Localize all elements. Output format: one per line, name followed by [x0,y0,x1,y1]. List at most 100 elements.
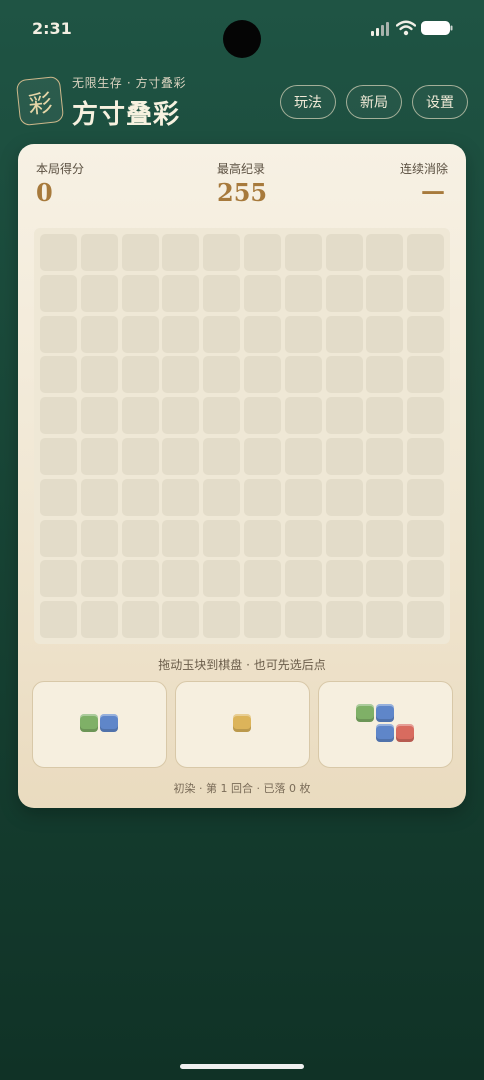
board-cell[interactable] [284,438,322,475]
home-indicator[interactable] [180,1064,304,1069]
board-cell[interactable] [40,356,77,394]
board-cell[interactable] [244,478,281,516]
piece-1-green-blue-block[interactable] [100,714,118,732]
board-cell[interactable] [40,560,77,598]
piece-3-s-shape-block[interactable] [376,724,394,742]
board-cell[interactable] [366,438,404,475]
board-cell[interactable] [162,315,200,353]
rules-button[interactable]: 玩法 [280,85,336,119]
board-cell[interactable] [80,478,118,516]
board-cell[interactable] [284,560,322,598]
board-cell[interactable] [40,315,77,353]
board-cell[interactable] [325,397,363,435]
board-cell[interactable] [325,601,363,639]
board-cell[interactable] [162,274,200,312]
board-cell[interactable] [121,234,159,271]
board-cell[interactable] [407,601,445,639]
board-cell[interactable] [407,315,445,353]
board-cell[interactable] [325,356,363,394]
board-cell[interactable] [162,601,200,639]
board-cell[interactable] [284,519,322,557]
board-cell[interactable] [325,519,363,557]
piece-tray-slot-3[interactable] [318,681,453,768]
board-cell[interactable] [162,519,200,557]
board-cell[interactable] [203,397,241,435]
board-cell[interactable] [40,274,77,312]
board-cell[interactable] [80,438,118,475]
board-cell[interactable] [162,478,200,516]
new-game-button[interactable]: 新局 [346,85,402,119]
board-cell[interactable] [284,601,322,639]
piece-tray-slot-1[interactable] [32,681,167,768]
piece-3-s-shape-block[interactable] [356,704,374,722]
board-cell[interactable] [162,397,200,435]
board-cell[interactable] [244,234,281,271]
board-cell[interactable] [40,478,77,516]
piece-1-green-blue-block[interactable] [80,714,98,732]
board-cell[interactable] [284,397,322,435]
board-cell[interactable] [366,356,404,394]
board-cell[interactable] [244,356,281,394]
piece-3-s-shape-block[interactable] [396,724,414,742]
board-cell[interactable] [366,234,404,271]
board-cell[interactable] [121,519,159,557]
board-cell[interactable] [121,601,159,639]
board-cell[interactable] [325,274,363,312]
board-cell[interactable] [284,478,322,516]
board-cell[interactable] [203,356,241,394]
board-cell[interactable] [366,315,404,353]
board-cell[interactable] [203,438,241,475]
board-cell[interactable] [162,234,200,271]
board-cell[interactable] [80,274,118,312]
board-cell[interactable] [366,560,404,598]
board-cell[interactable] [80,234,118,271]
board-cell[interactable] [162,356,200,394]
board-cell[interactable] [121,274,159,312]
board-cell[interactable] [40,397,77,435]
board-cell[interactable] [80,397,118,435]
board-cell[interactable] [121,438,159,475]
board-cell[interactable] [203,274,241,312]
board-cell[interactable] [80,519,118,557]
board-cell[interactable] [80,601,118,639]
board-cell[interactable] [325,478,363,516]
board-cell[interactable] [407,234,445,271]
board-cell[interactable] [407,274,445,312]
board-cell[interactable] [80,560,118,598]
board-cell[interactable] [407,519,445,557]
board-cell[interactable] [40,234,77,271]
board-cell[interactable] [203,519,241,557]
board-cell[interactable] [284,274,322,312]
board-cell[interactable] [203,560,241,598]
board-cell[interactable] [40,601,77,639]
board-cell[interactable] [407,560,445,598]
board-cell[interactable] [121,478,159,516]
board-cell[interactable] [366,397,404,435]
board-cell[interactable] [40,438,77,475]
board-cell[interactable] [407,438,445,475]
board-cell[interactable] [244,519,281,557]
board-cell[interactable] [244,274,281,312]
board-cell[interactable] [121,315,159,353]
board-cell[interactable] [162,560,200,598]
board-cell[interactable] [244,438,281,475]
game-board[interactable] [34,228,450,644]
board-cell[interactable] [80,356,118,394]
board-cell[interactable] [80,315,118,353]
board-cell[interactable] [284,356,322,394]
board-cell[interactable] [366,478,404,516]
board-cell[interactable] [407,478,445,516]
board-cell[interactable] [325,560,363,598]
board-cell[interactable] [244,560,281,598]
board-cell[interactable] [284,315,322,353]
board-cell[interactable] [162,438,200,475]
piece-tray-slot-2[interactable] [175,681,310,768]
board-cell[interactable] [366,519,404,557]
board-cell[interactable] [244,315,281,353]
board-cell[interactable] [244,397,281,435]
board-cell[interactable] [407,356,445,394]
piece-2-yellow-block[interactable] [233,714,251,732]
settings-button[interactable]: 设置 [412,85,468,119]
board-cell[interactable] [121,560,159,598]
board-cell[interactable] [203,601,241,639]
